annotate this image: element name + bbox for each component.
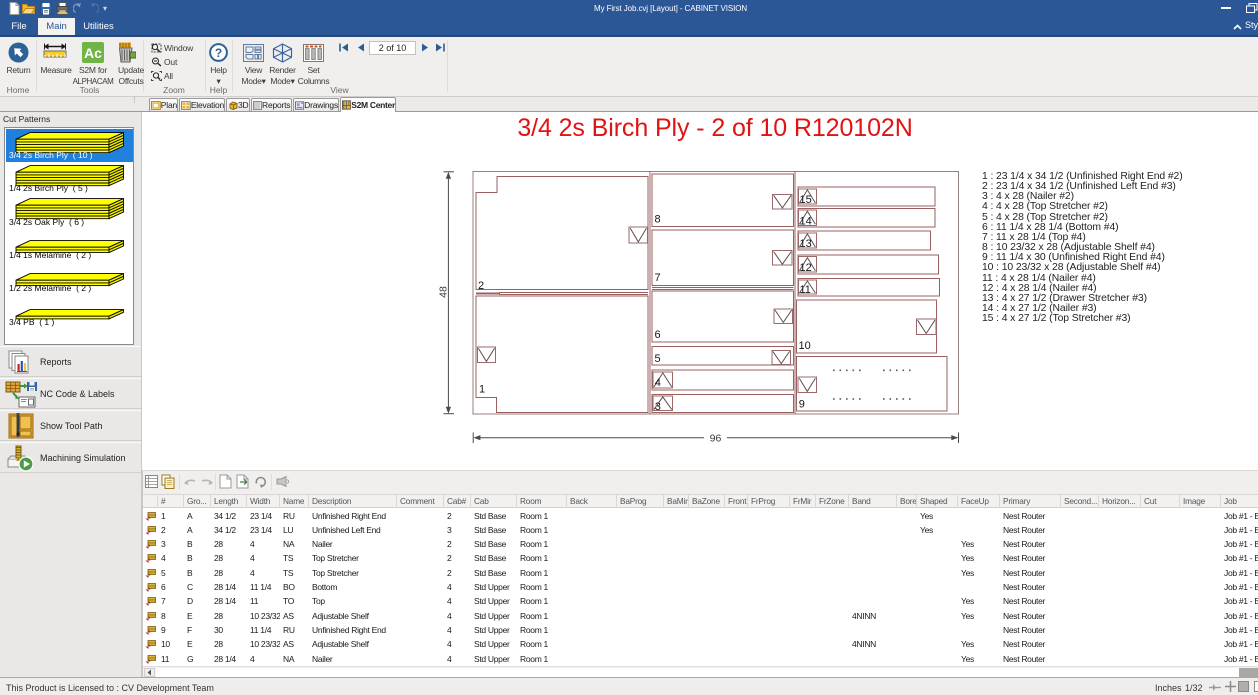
svg-text:5: 5 (655, 353, 661, 365)
svg-text:11: 11 (800, 284, 811, 296)
svg-text:Ac: Ac (84, 45, 102, 61)
svg-text:14: 14 (800, 216, 812, 228)
svg-text:13: 13 (800, 238, 812, 250)
svg-text:15: 15 (800, 194, 812, 206)
svg-text:3: 3 (655, 401, 661, 413)
svg-text:9: 9 (799, 399, 805, 411)
svg-text:96: 96 (710, 433, 722, 445)
svg-text:?: ? (215, 46, 222, 60)
svg-text:1: 1 (479, 384, 485, 396)
svg-text:6: 6 (655, 329, 661, 341)
svg-text:4: 4 (655, 377, 661, 389)
svg-text:2: 2 (478, 280, 484, 292)
svg-text:12: 12 (800, 262, 812, 274)
svg-text:10: 10 (799, 340, 811, 352)
svg-text:8: 8 (655, 214, 661, 226)
svg-text:48: 48 (438, 286, 450, 298)
svg-text:7: 7 (655, 272, 661, 284)
